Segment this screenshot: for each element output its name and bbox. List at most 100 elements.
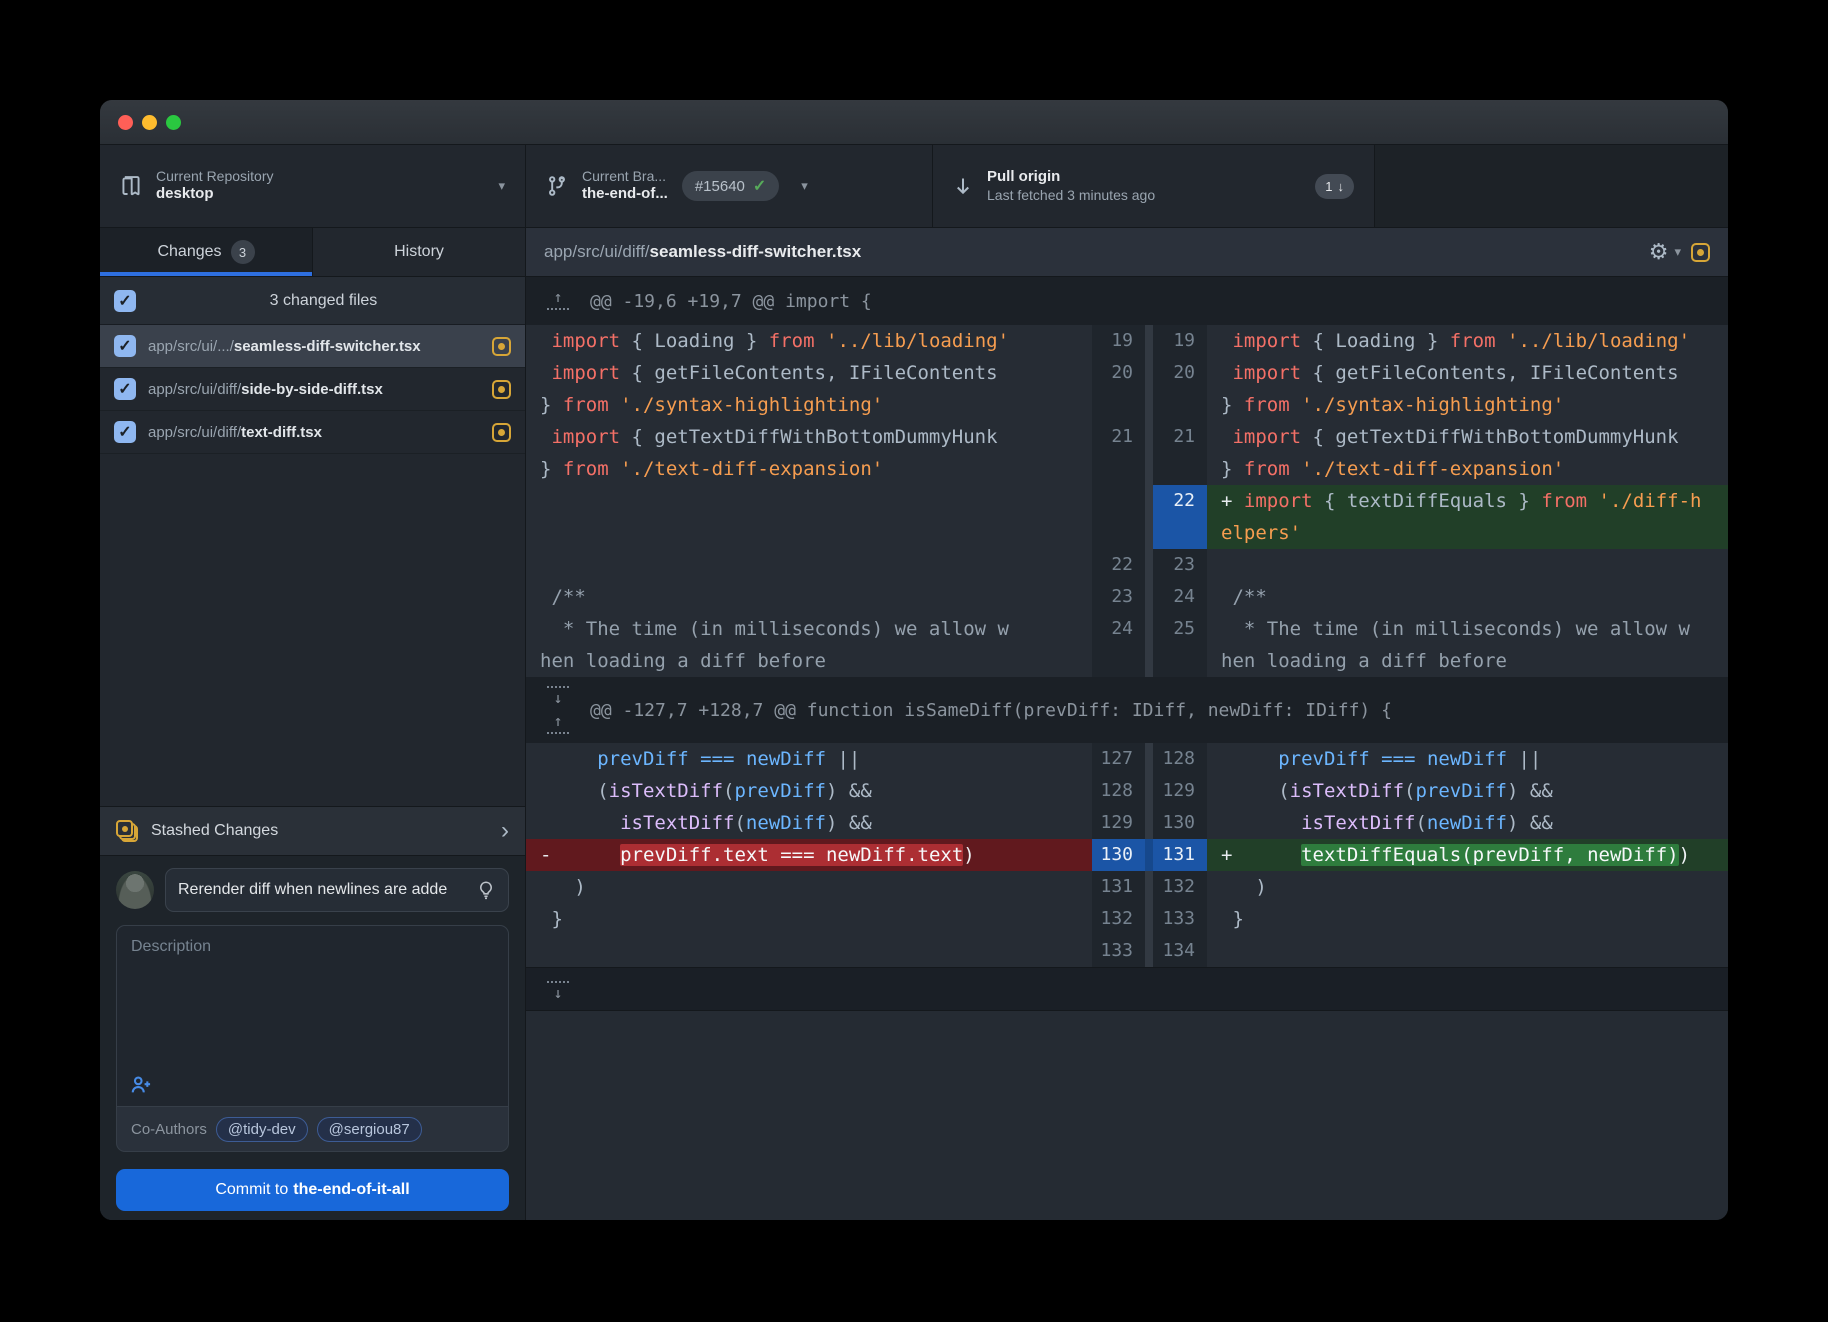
close-button[interactable]: [118, 115, 133, 130]
new-line-number[interactable]: 22: [1153, 485, 1207, 549]
zoom-button[interactable]: [166, 115, 181, 130]
file-checkbox[interactable]: ✓: [114, 378, 136, 400]
coauthor-pill[interactable]: @sergiou87: [317, 1117, 422, 1142]
old-line-number[interactable]: 130: [1092, 839, 1145, 871]
code-line: import { getTextDiffWithBottomDummyHunk: [1221, 421, 1728, 453]
expand-up-icon[interactable]: ↑: [547, 714, 569, 737]
avatar: [116, 871, 154, 909]
gutter-divider: [1145, 357, 1153, 421]
new-line-number[interactable]: 131: [1153, 839, 1207, 871]
new-line-number[interactable]: 134: [1153, 935, 1207, 967]
code-cell: (isTextDiff(prevDiff) &&: [1207, 775, 1728, 807]
old-line-number[interactable]: 131: [1092, 871, 1145, 903]
new-line-number[interactable]: 19: [1153, 325, 1207, 357]
old-line-number[interactable]: 132: [1092, 903, 1145, 935]
code-line: elpers': [1221, 517, 1728, 549]
code-line: } from './syntax-highlighting': [1221, 389, 1728, 421]
old-line-number[interactable]: 23: [1092, 581, 1145, 613]
file-list-empty-area: [100, 454, 525, 806]
commit-button[interactable]: Commit to the-end-of-it-all: [116, 1169, 509, 1211]
tab-history[interactable]: History: [313, 228, 525, 276]
file-row[interactable]: ✓ app/src/ui/.../seamless-diff-switcher.…: [100, 325, 525, 368]
code-cell: ): [526, 871, 1092, 903]
new-line-number[interactable]: 20: [1153, 357, 1207, 421]
gear-icon[interactable]: ⚙: [1649, 241, 1669, 263]
changed-files-count: 3 changed files: [136, 292, 511, 310]
sidebar-tabbar: Changes 3 History: [100, 228, 525, 277]
description-placeholder: Description: [131, 938, 211, 955]
pr-status-badge[interactable]: #15640 ✓: [682, 171, 779, 201]
coauthor-pill[interactable]: @tidy-dev: [216, 1117, 308, 1142]
file-row[interactable]: ✓ app/src/ui/diff/text-diff.tsx: [100, 411, 525, 454]
gutter-divider: [1145, 325, 1153, 357]
chevron-down-icon[interactable]: ▾: [1674, 244, 1681, 260]
code-cell: isTextDiff(newDiff) &&: [526, 807, 1092, 839]
stashed-changes-row[interactable]: Stashed Changes ›: [100, 806, 525, 856]
new-line-number[interactable]: 132: [1153, 871, 1207, 903]
hunk-header-text: @@ -19,6 +19,7 @@ import {: [590, 291, 872, 312]
code-cell: [526, 549, 1092, 581]
code-line: import { getTextDiffWithBottomDummyHunk: [540, 421, 1092, 453]
code-cell: [526, 935, 1092, 967]
lightbulb-icon[interactable]: [476, 879, 496, 901]
description-input[interactable]: Description: [116, 925, 509, 1107]
branch-picker[interactable]: Current Bra... the-end-of... #15640 ✓ ▾: [526, 145, 933, 227]
old-line-number[interactable]: 22: [1092, 549, 1145, 581]
hunk-expand-controls: ↑: [526, 290, 590, 313]
repo-name: desktop: [156, 185, 274, 204]
expand-down-icon[interactable]: ↓: [547, 683, 569, 706]
old-line-number[interactable]: 129: [1092, 807, 1145, 839]
code-line: [1221, 935, 1728, 967]
sidebar: Changes 3 History ✓ 3 changed files ✓ ap…: [100, 228, 526, 1220]
diff-row: (isTextDiff(prevDiff) &&128129 (isTextDi…: [526, 775, 1728, 807]
old-line-number[interactable]: 21: [1092, 421, 1145, 485]
code-cell: }: [1207, 903, 1728, 935]
code-cell: (isTextDiff(prevDiff) &&: [526, 775, 1092, 807]
expand-bottom-strip: ↓: [526, 967, 1728, 1011]
old-line-number[interactable]: [1092, 485, 1145, 549]
new-line-number[interactable]: 25: [1153, 613, 1207, 677]
code-cell: import { getFileContents, IFileContents}…: [1207, 357, 1728, 421]
summary-input[interactable]: Rerender diff when newlines are adde: [165, 868, 509, 912]
repository-picker[interactable]: Current Repository desktop ▾: [100, 145, 526, 227]
file-row[interactable]: ✓ app/src/ui/diff/side-by-side-diff.tsx: [100, 368, 525, 411]
select-all-checkbox[interactable]: ✓: [114, 290, 136, 312]
new-line-number[interactable]: 24: [1153, 581, 1207, 613]
diff-content: ↑ @@ -19,6 +19,7 @@ import { import { Loa…: [526, 277, 1728, 1220]
coauthors-bar: Co-Authors @tidy-dev @sergiou87: [116, 1107, 509, 1152]
code-cell: import { Loading } from '../lib/loading': [1207, 325, 1728, 357]
old-line-number[interactable]: 128: [1092, 775, 1145, 807]
old-line-number[interactable]: 20: [1092, 357, 1145, 421]
check-icon: ✓: [753, 176, 766, 196]
new-line-number[interactable]: 21: [1153, 421, 1207, 485]
behind-count-badge: 1↓: [1315, 174, 1354, 199]
expand-up-icon[interactable]: ↑: [547, 290, 569, 313]
tab-changes[interactable]: Changes 3: [100, 228, 313, 276]
old-line-number[interactable]: 133: [1092, 935, 1145, 967]
code-line: ): [540, 871, 1092, 903]
code-cell: import { getTextDiffWithBottomDummyHunk}…: [526, 421, 1092, 485]
file-dir: app/src/ui/diff/: [148, 381, 241, 398]
old-line-number[interactable]: 19: [1092, 325, 1145, 357]
diff-row: 2223: [526, 549, 1728, 581]
file-checkbox[interactable]: ✓: [114, 421, 136, 443]
add-coauthor-icon[interactable]: [129, 1074, 153, 1096]
code-line: hen loading a diff before: [1221, 645, 1728, 677]
old-line-number[interactable]: 127: [1092, 743, 1145, 775]
old-line-number[interactable]: 24: [1092, 613, 1145, 677]
new-line-number[interactable]: 129: [1153, 775, 1207, 807]
new-line-number[interactable]: 130: [1153, 807, 1207, 839]
diff-row: * The time (in milliseconds) we allow wh…: [526, 613, 1728, 677]
code-cell: + textDiffEquals(prevDiff, newDiff)): [1207, 839, 1728, 871]
code-cell: import { Loading } from '../lib/loading': [526, 325, 1092, 357]
file-checkbox[interactable]: ✓: [114, 335, 136, 357]
minimize-button[interactable]: [142, 115, 157, 130]
gutter-divider: [1145, 581, 1153, 613]
new-line-number[interactable]: 128: [1153, 743, 1207, 775]
expand-down-icon[interactable]: ↓: [547, 978, 569, 1001]
diff-row: import { getTextDiffWithBottomDummyHunk}…: [526, 421, 1728, 485]
new-line-number[interactable]: 23: [1153, 549, 1207, 581]
pull-origin-button[interactable]: Pull origin Last fetched 3 minutes ago 1…: [933, 145, 1375, 227]
new-line-number[interactable]: 133: [1153, 903, 1207, 935]
code-line: - prevDiff.text === newDiff.text): [540, 839, 1092, 871]
